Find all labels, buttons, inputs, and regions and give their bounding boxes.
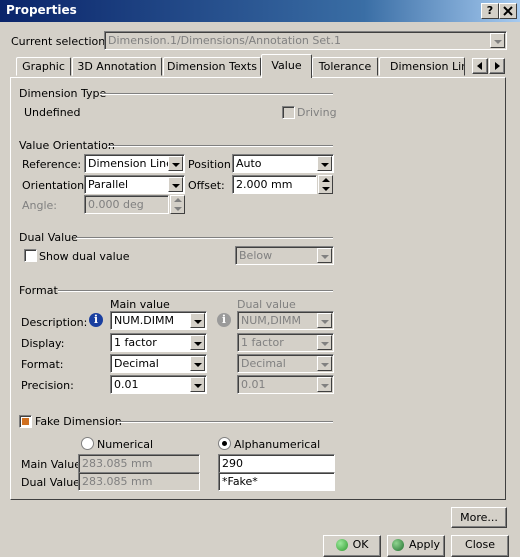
chevron-right-icon [495,62,500,70]
current-selection-label: Current selection : [11,35,113,48]
tab-scroll-left-button[interactable] [472,58,488,74]
tab-graphic[interactable]: Graphic [16,57,71,76]
tab-page [10,77,506,500]
tab-3d-annotation[interactable]: 3D Annotation [72,57,162,76]
current-selection-combo[interactable]: Dimension.1/Dimensions/Annotation Set.1 [104,31,507,50]
current-selection-value: Dimension.1/Dimensions/Annotation Set.1 [108,34,341,47]
tab-value[interactable]: Value [261,54,312,78]
close-icon [503,6,513,16]
close-button[interactable]: Close [451,535,509,557]
tab-tolerance[interactable]: Tolerance [312,57,378,76]
apply-label: Apply [408,538,441,551]
ok-label: OK [352,538,369,551]
apply-button[interactable]: Apply [387,535,445,557]
ok-button[interactable]: OK [323,535,381,557]
tab-dimension-texts[interactable]: Dimension Texts [163,57,261,76]
title-bar: Properties ? [0,0,520,22]
chevron-down-icon[interactable] [490,33,505,48]
ok-icon [335,539,348,551]
chevron-left-icon [477,62,482,70]
tab-dimension-line[interactable]: Dimension Line [379,57,465,76]
help-button[interactable]: ? [481,3,499,19]
tab-scroll-right-button[interactable] [489,58,505,74]
more-button[interactable]: More... [451,507,507,528]
window-title: Properties [6,3,77,17]
apply-icon [391,539,404,551]
close-window-button[interactable] [499,3,517,19]
